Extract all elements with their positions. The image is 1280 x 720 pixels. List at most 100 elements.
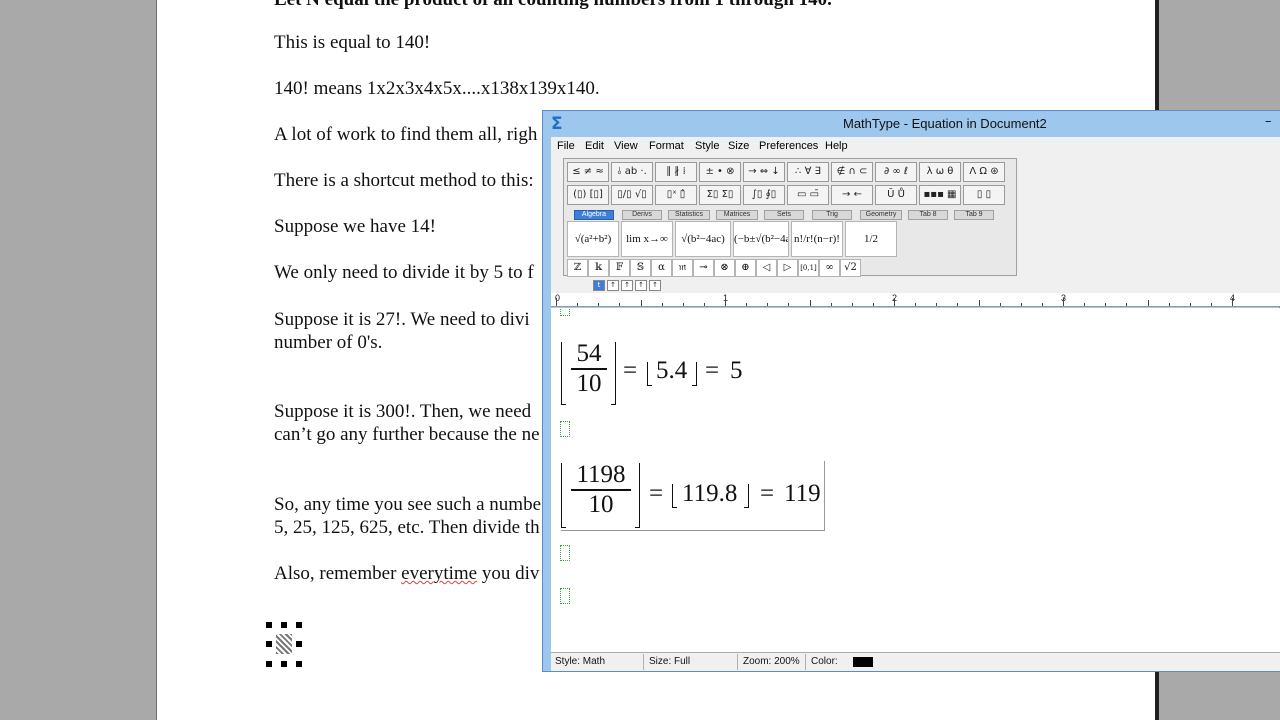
ruler-tick <box>661 303 663 306</box>
nudge-up-icon[interactable]: ↑ <box>621 280 633 291</box>
underbar-overbar-palette[interactable]: ▭ ▭̄ <box>787 185 829 205</box>
tab-statistics[interactable]: Statistics <box>668 210 710 220</box>
relational-symbols-palette[interactable]: ≤ ≠ ≈ <box>567 162 609 182</box>
set-theory-symbols-palette[interactable]: ∉ ∩ ⊂ <box>831 162 873 182</box>
symbol-right-triangle[interactable]: ▷ <box>777 259 798 277</box>
menu-preferences[interactable]: Preferences <box>759 140 818 152</box>
tab-sets[interactable]: Sets <box>764 210 804 220</box>
menu-style[interactable]: Style <box>695 140 719 152</box>
status-separator <box>643 654 644 670</box>
nudge-up-icon[interactable]: ↑ <box>607 280 619 291</box>
symbol-interval[interactable]: [0,1] <box>798 259 819 277</box>
menu-size[interactable]: Size <box>728 140 749 152</box>
misspelled-word[interactable]: everytime <box>401 563 477 584</box>
menu-view[interactable]: View <box>614 140 638 152</box>
arrow-symbols-palette[interactable]: → ⇔ ↓ <box>743 162 785 182</box>
resize-dot[interactable] <box>296 622 302 628</box>
document-paragraph: So, any time you see such a numbe <box>274 494 542 515</box>
box-templates-palette[interactable]: ▯ ▯ <box>963 185 1005 205</box>
symbol-multimap[interactable]: ⊸ <box>693 259 714 277</box>
tab-8[interactable]: Tab 8 <box>908 210 948 220</box>
equation-editor[interactable]: 54 10 = 5.4 = 5 1198 10 = 119.8 = 119 <box>551 308 1280 652</box>
ruler-tick <box>809 300 811 306</box>
symbol-fraktur-m[interactable]: 𝔪 <box>672 259 693 277</box>
empty-line-placeholder[interactable] <box>560 588 570 604</box>
empty-line-placeholder[interactable] <box>560 308 570 316</box>
equation-floor-54-over-10[interactable]: 54 10 = 5.4 = 5 <box>561 338 761 408</box>
resize-dot[interactable] <box>296 641 302 647</box>
window-titlebar[interactable]: Σ MathType - Equation in Document2 – <box>543 111 1280 137</box>
mathtype-sigma-icon[interactable]: Σ <box>551 114 563 134</box>
resize-dot[interactable] <box>266 641 272 647</box>
ruler-tick <box>725 298 726 306</box>
equals-sign: = <box>705 357 720 384</box>
ruler[interactable]: 0 1 2 3 4 <box>551 293 1280 307</box>
nudge-up-icon[interactable]: ↑ <box>635 280 647 291</box>
minimize-button[interactable]: – <box>1265 114 1272 129</box>
tab-algebra[interactable]: Algebra <box>574 210 614 220</box>
tab-matrices[interactable]: Matrices <box>716 210 758 220</box>
symbol-set-s[interactable]: 𝕊 <box>630 259 651 277</box>
resize-dot[interactable] <box>266 661 272 667</box>
template-one-half[interactable]: 1/2 <box>845 221 897 257</box>
resize-dot[interactable] <box>281 622 287 628</box>
resize-dot[interactable] <box>266 622 272 628</box>
mathtype-window[interactable]: Σ MathType - Equation in Document2 – Fil… <box>542 110 1280 672</box>
symbol-oplus[interactable]: ⊕ <box>735 259 756 277</box>
subscript-superscript-palette[interactable]: ▯ˣ ▯̂ <box>655 185 697 205</box>
template-limit[interactable]: lim x→∞ <box>621 221 673 257</box>
logical-symbols-palette[interactable]: ∴ ∀ ∃ <box>787 162 829 182</box>
fence-templates-palette[interactable]: (▯) [▯] <box>567 185 609 205</box>
menu-file[interactable]: File <box>557 140 575 152</box>
misc-symbols-palette[interactable]: ∂ ∞ ℓ <box>875 162 917 182</box>
template-combination[interactable]: n!/r!(n−r)! <box>791 221 843 257</box>
equation-object-placeholder[interactable] <box>276 634 292 654</box>
resize-dot[interactable] <box>281 661 287 667</box>
uppercase-greek-palette[interactable]: Λ Ω ⊛ <box>963 162 1005 182</box>
template-pythagorean-root[interactable]: √(a²+b²) <box>567 221 619 257</box>
tab-trig[interactable]: Trig <box>812 210 852 220</box>
window-title: MathType - Equation in Document2 <box>843 116 1047 131</box>
tab-derivs[interactable]: Derivs <box>622 210 662 220</box>
embellishments-palette[interactable]: ∥ ∦ ⁞ <box>655 162 697 182</box>
symbol-integers[interactable]: ℤ <box>567 259 588 277</box>
symbol-field-f[interactable]: 𝔽 <box>609 259 630 277</box>
matrix-templates-palette[interactable]: ▪▪▪ ▦ <box>919 185 961 205</box>
ruler-tick <box>788 303 790 306</box>
symbol-left-triangle[interactable]: ◁ <box>756 259 777 277</box>
products-set-theory-palette[interactable]: Ū Ů <box>875 185 917 205</box>
labeled-arrow-palette[interactable]: → ← <box>831 185 873 205</box>
menu-edit[interactable]: Edit <box>585 140 604 152</box>
symbol-otimes[interactable]: ⊗ <box>714 259 735 277</box>
fraction-radical-palette[interactable]: ▯/▯ √▯ <box>611 185 653 205</box>
embedded-object-resize-handle[interactable] <box>266 622 302 668</box>
symbol-sqrt2[interactable]: √2 <box>840 259 861 277</box>
equals-sign: = <box>760 480 775 507</box>
menu-help[interactable]: Help <box>825 140 848 152</box>
nudge-up-icon[interactable]: ↑ <box>649 280 661 291</box>
paragraph-text: you div <box>477 563 540 584</box>
symbol-infinity[interactable]: ∞ <box>819 259 840 277</box>
tab-9[interactable]: Tab 9 <box>954 210 994 220</box>
summation-templates-palette[interactable]: Σ▯ Σ▯ <box>699 185 741 205</box>
empty-line-placeholder[interactable] <box>560 545 570 561</box>
symbol-field-k[interactable]: 𝕜 <box>588 259 609 277</box>
empty-line-placeholder[interactable] <box>560 421 570 437</box>
document-paragraph: Suppose it is 300!. Then, we need <box>274 401 532 422</box>
document-paragraph: A lot of work to find them all, righ <box>274 124 538 145</box>
template-quadratic-formula[interactable]: (−b±√(b²−4ac))/2a <box>733 221 789 257</box>
integral-templates-palette[interactable]: ∫▯ ∮▯ <box>743 185 785 205</box>
equation-floor-1198-over-10[interactable]: 1198 10 = 119.8 = 119 <box>561 461 825 533</box>
menu-format[interactable]: Format <box>649 140 684 152</box>
color-swatch[interactable] <box>853 657 873 667</box>
lowercase-greek-palette[interactable]: λ ω θ <box>919 162 961 182</box>
text-mode-toggle[interactable]: t <box>593 280 605 291</box>
fraction: 54 10 <box>571 340 607 398</box>
symbol-alpha[interactable]: α <box>651 259 672 277</box>
operator-symbols-palette[interactable]: ± • ⊗ <box>699 162 741 182</box>
tab-geometry[interactable]: Geometry <box>860 210 902 220</box>
spaces-ellipses-palette[interactable]: ⫰ ab ·. <box>611 162 653 182</box>
resize-dot[interactable] <box>296 661 302 667</box>
template-discriminant[interactable]: √(b²−4ac) <box>675 221 731 257</box>
menu-bar: File Edit View Format Style Size Prefere… <box>551 137 1280 157</box>
